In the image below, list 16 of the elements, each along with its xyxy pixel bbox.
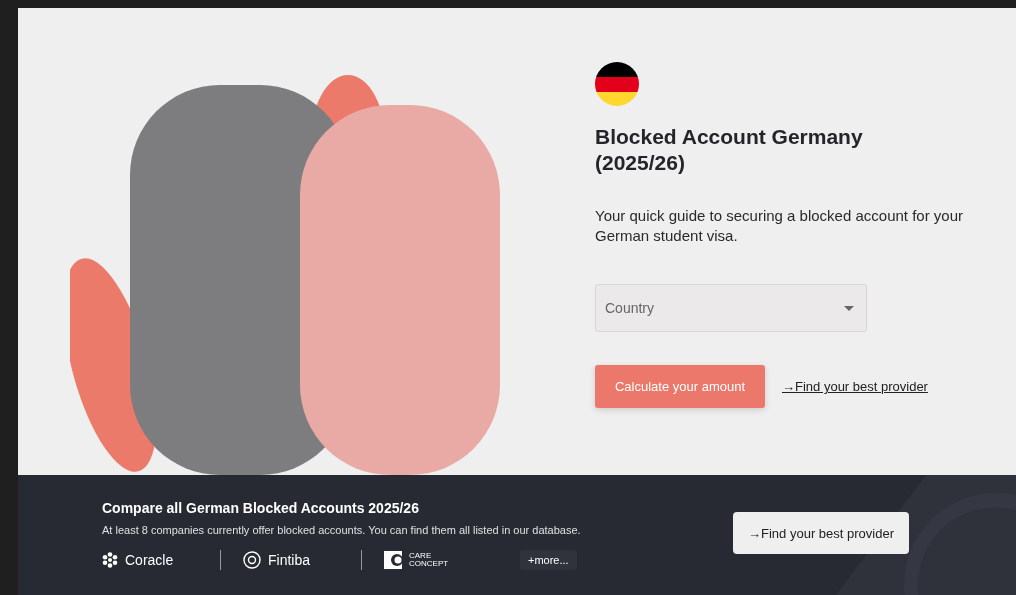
find-provider-button[interactable]: →Find your best provider (733, 512, 909, 554)
find-provider-link[interactable]: →Find your best provider (782, 379, 928, 394)
provider-logo-text: Coracle (125, 552, 174, 568)
page-title: Blocked Account Germany (2025/26) (595, 124, 864, 176)
square-logo-icon (384, 551, 402, 569)
compare-description: At least 8 companies currently offer blocked accounts. You can find them all listed in our database. (102, 524, 581, 536)
flower-logo-icon (102, 552, 118, 568)
subtitle: Your quick guide to securing a blocked account for your German student visa. (595, 206, 964, 246)
caret-icon (844, 305, 854, 311)
compare-heading: Compare all German Blocked Accounts 2025/26 (102, 500, 420, 516)
provider-logo-text: Fintiba (268, 552, 311, 568)
germany-flag-icon (595, 62, 639, 106)
ring-logo-icon (243, 551, 261, 569)
more-providers-button[interactable]: +more... (520, 550, 577, 570)
country-select[interactable]: Country (595, 284, 867, 332)
provider-logo-text: CARE CONCEPT (409, 552, 449, 568)
